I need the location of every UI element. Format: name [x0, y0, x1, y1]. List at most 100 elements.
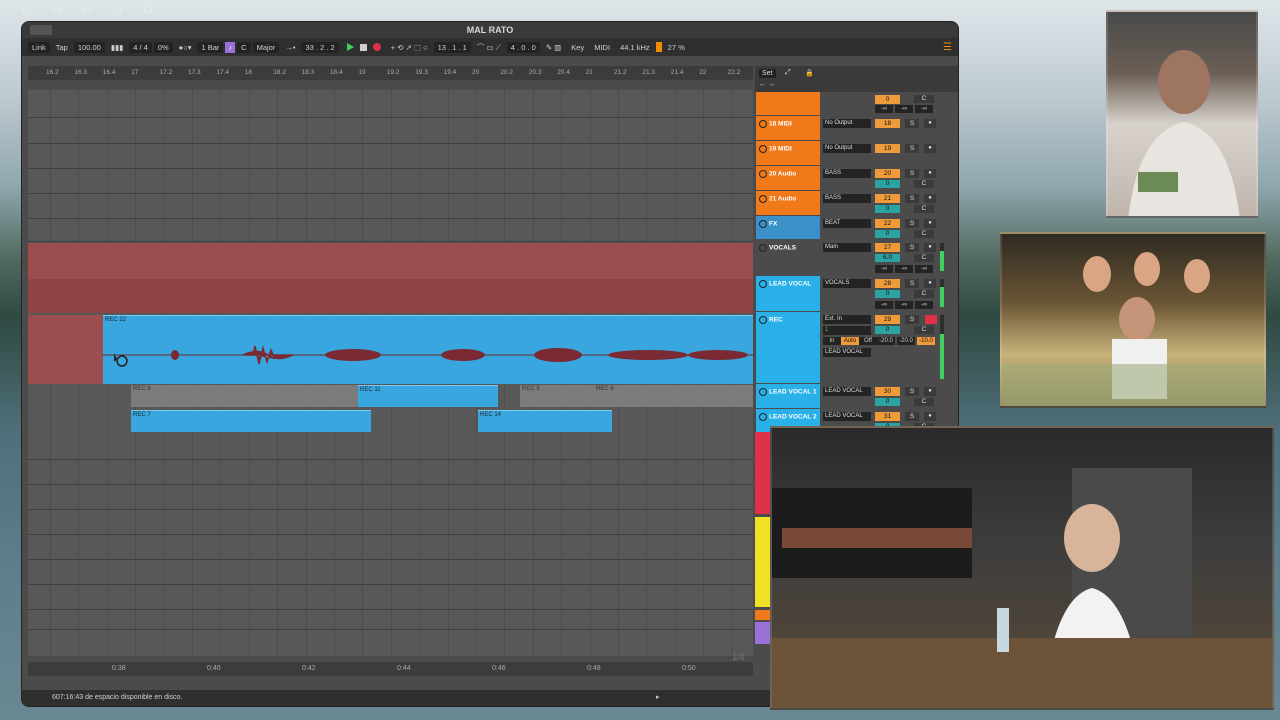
output-select[interactable]: LEAD VOCAL	[823, 412, 871, 421]
channel-select[interactable]: 1	[823, 326, 871, 335]
solo-button[interactable]: S	[905, 219, 919, 228]
fold-arrow-icon[interactable]	[759, 170, 767, 178]
scale-select[interactable]: Major	[252, 41, 280, 53]
solo-button[interactable]: S	[905, 194, 919, 203]
track-lane[interactable]	[28, 610, 753, 630]
solo-button[interactable]: S	[905, 279, 919, 288]
pan-value[interactable]: C	[914, 290, 934, 298]
lock-icon[interactable]: 🔒	[805, 69, 814, 77]
track-header[interactable]: 19 MIDI No Output 19 S ●	[755, 141, 958, 166]
track-number[interactable]: 31	[875, 412, 900, 421]
output-select[interactable]: Main	[823, 243, 871, 252]
fold-arrow-icon[interactable]	[759, 244, 767, 252]
track-header[interactable]: LEAD VOCAL 1 LEAD VOCAL 30 0 S C ●	[755, 384, 958, 409]
track-lane[interactable]	[28, 535, 753, 560]
track-lane[interactable]	[28, 435, 753, 460]
time-ruler[interactable]: 0:38 0:40 0:42 0:44 0:46 0:48 0:50	[28, 662, 753, 676]
pan-value[interactable]: C	[914, 95, 934, 103]
volume-value[interactable]: 0	[875, 230, 900, 238]
color-strip-yellow[interactable]	[755, 517, 771, 607]
track-lane[interactable]	[28, 194, 753, 219]
track-header[interactable]: LEAD VOCAL VOCALS 28 0 S C ● -∞ -∞ -∞	[755, 276, 958, 312]
menu-icon[interactable]: ☰	[943, 42, 952, 53]
volume-value[interactable]: 0	[875, 180, 900, 188]
track-name[interactable]: 18 MIDI	[756, 116, 820, 140]
overdub-icon[interactable]: + ⟲ ↗ ⬚ ○	[387, 42, 432, 53]
fold-arrow-icon[interactable]	[759, 220, 767, 228]
track-number[interactable]: 19	[875, 144, 900, 153]
track-number[interactable]: 22	[875, 219, 900, 228]
link-button[interactable]: Link	[28, 41, 50, 53]
pan-value[interactable]: C	[914, 230, 934, 238]
loop-start[interactable]: 13 . 1 . 1	[433, 41, 471, 53]
loop-length[interactable]: 4 . 0 . 0	[506, 41, 540, 53]
record-button[interactable]	[372, 43, 381, 51]
color-strip-orange[interactable]	[755, 610, 771, 620]
output-select[interactable]: VOCALS	[823, 279, 871, 288]
output-select[interactable]: LEAD VOCAL	[823, 348, 871, 357]
output-select[interactable]: No Output	[823, 119, 871, 128]
track-header[interactable]: 0 C -∞ -∞ -∞	[755, 92, 958, 116]
track-lane[interactable]	[28, 585, 753, 610]
vocals-group-lane[interactable]	[28, 243, 753, 279]
monitor-dot-icon[interactable]: ●	[924, 243, 936, 252]
monitor-dot-icon[interactable]: ●	[924, 219, 936, 228]
track-name[interactable]: 20 Audio	[756, 166, 820, 190]
monitor-dot-icon[interactable]: ●	[924, 279, 936, 288]
loop-switch-icon[interactable]: ⌒ ▭ ⟋	[473, 41, 505, 54]
solo-button[interactable]: S	[905, 315, 919, 324]
set-button[interactable]: Set	[759, 69, 776, 78]
track-lane[interactable]	[28, 169, 753, 194]
solo-button[interactable]: S	[905, 412, 919, 421]
track-number[interactable]: 20	[875, 169, 900, 178]
follow-icon[interactable]: →•	[281, 42, 299, 53]
track-number[interactable]: 18	[875, 119, 900, 128]
monitor-dot-icon[interactable]: ●	[924, 144, 936, 153]
track-number[interactable]: 27	[875, 243, 900, 252]
monitor-dot-icon[interactable]: ●	[924, 194, 936, 203]
fold-arrow-icon[interactable]	[759, 195, 767, 203]
track-header[interactable]: VOCALS Main 27 6.0 S C ● -∞ -∞ -∞	[755, 240, 958, 276]
solo-button[interactable]: S	[905, 387, 919, 396]
input-select[interactable]: Ext. In	[823, 315, 871, 324]
track-lane[interactable]	[28, 560, 753, 585]
key-map-button[interactable]: Key	[567, 42, 588, 53]
track-number[interactable]: 0	[875, 95, 900, 104]
solo-button[interactable]: S	[905, 119, 919, 128]
pan-value[interactable]: C	[914, 398, 934, 406]
scale-toggle-icon[interactable]: ♪	[225, 41, 236, 53]
monitor-in-button[interactable]: In	[823, 337, 841, 345]
play-button[interactable]	[346, 43, 354, 51]
track-header[interactable]: FX BEAT 22 0 S C ●	[755, 216, 958, 240]
solo-button[interactable]: S	[905, 243, 919, 252]
track-lane[interactable]	[28, 219, 753, 242]
quantize-select[interactable]: 1 Bar	[197, 41, 224, 53]
fold-arrow-icon[interactable]	[759, 316, 767, 324]
volume-value[interactable]: 0	[875, 290, 900, 298]
stop-button[interactable]	[359, 43, 367, 51]
output-select[interactable]: BEAT	[823, 219, 871, 228]
track-number[interactable]: 30	[875, 387, 900, 396]
clip-rec14[interactable]: REC 14	[478, 410, 612, 432]
output-select[interactable]: BASS	[823, 194, 871, 203]
arrangement-position[interactable]: 33 . 2 . 2	[301, 41, 339, 53]
metronome-icon[interactable]: ●○▾	[175, 42, 196, 53]
fold-arrow-icon[interactable]	[759, 388, 767, 396]
track-lane[interactable]	[28, 510, 753, 535]
track-name[interactable]: FX	[756, 216, 820, 239]
clip-rec5b[interactable]: REC 5	[520, 385, 594, 407]
track-lane[interactable]	[28, 144, 753, 169]
monitor-dot-icon[interactable]: ●	[924, 119, 936, 128]
monitor-dot-icon[interactable]: ●	[924, 169, 936, 178]
color-strip-purple[interactable]	[755, 622, 771, 644]
fold-arrow-icon[interactable]	[759, 280, 767, 288]
output-select[interactable]: LEAD VOCAL	[823, 387, 871, 396]
track-name[interactable]: REC	[756, 312, 820, 383]
draw-mode-icon[interactable]: ✎ ▥	[542, 42, 565, 53]
track-name[interactable]: 21 Audio	[756, 191, 820, 215]
swing-field[interactable]: 0%	[153, 41, 173, 53]
pan-value[interactable]: C	[914, 326, 934, 334]
nav-arrows-icon[interactable]: ← →	[759, 81, 775, 88]
tempo-field[interactable]: 100.00	[73, 41, 105, 53]
fold-arrow-icon[interactable]	[759, 413, 767, 421]
